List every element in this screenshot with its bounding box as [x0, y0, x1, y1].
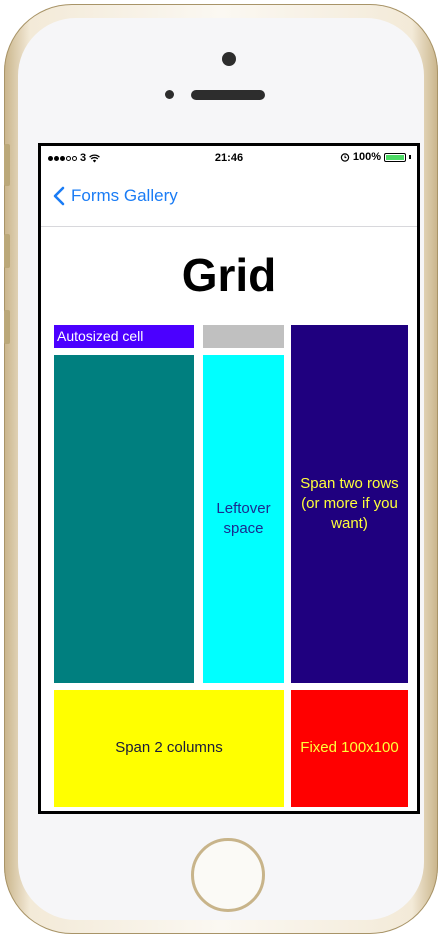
- battery-tip: [409, 155, 411, 159]
- alarm-icon: [340, 153, 350, 162]
- back-button-label: Forms Gallery: [71, 186, 178, 205]
- battery-level-fill: [386, 154, 404, 160]
- leftover-space-cell: Leftover space: [203, 355, 284, 683]
- home-button[interactable]: [191, 838, 265, 912]
- fixed-size-cell: Fixed 100x100: [291, 690, 408, 807]
- span-two-columns-cell: Span 2 columns: [54, 690, 284, 807]
- autosized-cell: Autosized cell: [54, 325, 194, 348]
- page-title: Grid: [181, 249, 277, 301]
- volume-up-button: [4, 234, 10, 268]
- teal-cell: [54, 355, 194, 683]
- gray-cell: [203, 325, 284, 348]
- status-right: 100%: [340, 151, 411, 163]
- volume-down-button: [4, 310, 10, 344]
- back-button[interactable]: Forms Gallery: [53, 186, 178, 206]
- chevron-left-icon: [53, 186, 65, 206]
- battery-percent: 100%: [352, 151, 381, 163]
- status-bar: 3 21:46 100%: [41, 146, 417, 168]
- earpiece-speaker: [191, 90, 265, 100]
- proximity-sensor: [165, 90, 174, 99]
- app-display: 3 21:46 100% Forms Gallery Grid Autosize…: [41, 146, 417, 811]
- phone-screen: 3 21:46 100% Forms Gallery Grid Autosize…: [38, 143, 420, 814]
- span-two-rows-cell: Span two rows (or more if you want): [291, 325, 408, 683]
- mute-switch: [4, 144, 10, 186]
- battery-icon: [384, 152, 406, 162]
- front-camera: [222, 52, 236, 66]
- navigation-bar: Forms Gallery: [41, 174, 417, 227]
